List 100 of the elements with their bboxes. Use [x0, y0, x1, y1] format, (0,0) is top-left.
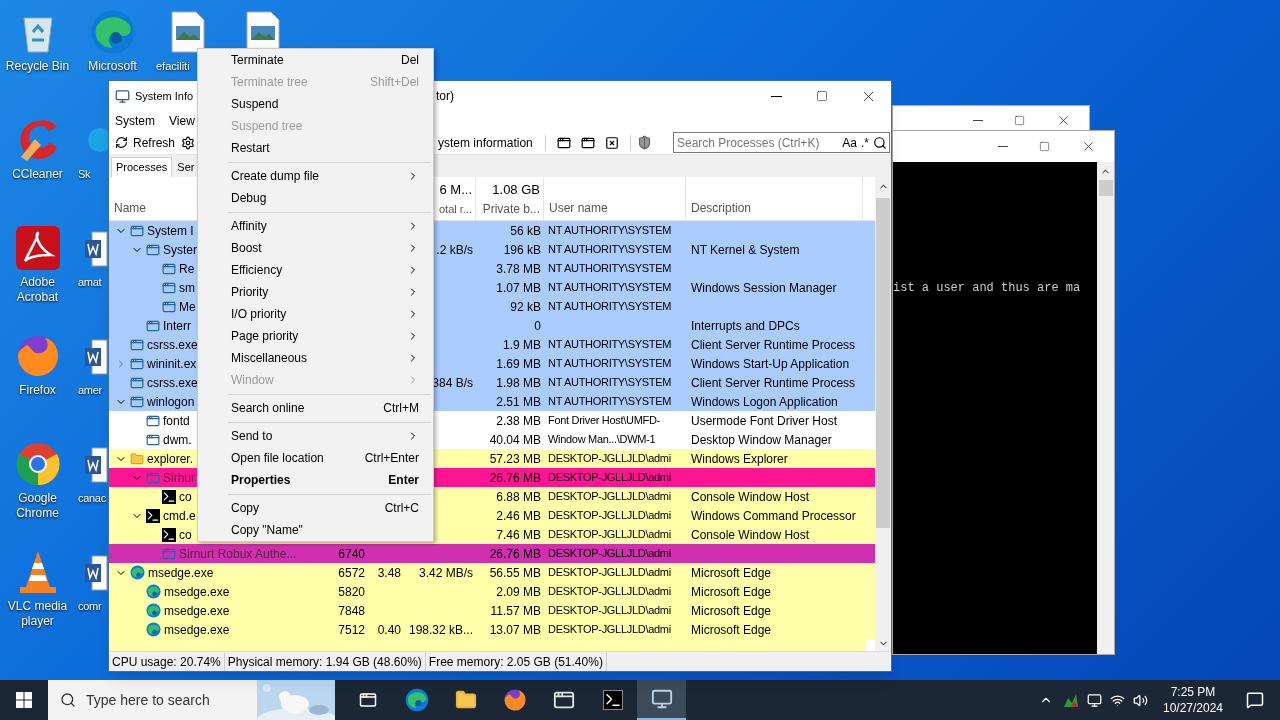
desktop-icon-label[interactable]: amer	[78, 383, 102, 398]
column-header[interactable]: otal r...	[438, 200, 472, 217]
column-header[interactable]: Description	[691, 199, 752, 217]
status-text: Free memory: 2.05 GB (51.40%)	[425, 652, 607, 671]
menu-item[interactable]: Efficiency	[198, 259, 433, 281]
user-name-cell-text: NT AUTHORITY\SYSTEM	[548, 299, 672, 315]
private-bytes-cell-text: 2.09 MB	[496, 583, 541, 601]
desktop-icon-label[interactable]: amat	[78, 275, 102, 290]
shortcut-label: Ctrl+Enter	[364, 450, 419, 467]
user-name-cell-text: DESKTOP-JGLLJLD\admi	[548, 527, 671, 543]
process-name: fontd	[163, 412, 190, 430]
process-name: msedge.exe	[164, 621, 230, 639]
desktop-icon-label[interactable]: Google Chrome	[0, 491, 75, 521]
process-name: msedge.exe	[164, 602, 230, 620]
user-name-cell-text: NT AUTHORITY\SYSTEM	[548, 356, 672, 372]
description-cell-text: Usermode Font Driver Host	[691, 412, 838, 430]
private-bytes-cell-text: 1.07 MB	[496, 279, 541, 297]
pid-cell-text: 7512	[338, 621, 365, 639]
desktop-icon-label[interactable]: VLC media player	[0, 599, 75, 629]
menu-item[interactable]: Debug	[198, 187, 433, 209]
console-text: ist a user and thus are ma	[893, 281, 1081, 295]
desktop-icon-label[interactable]: Recycle Bin	[0, 59, 75, 74]
search-placeholder: Type here to search	[86, 690, 210, 710]
match-case-toggle[interactable]: Aa	[840, 133, 859, 152]
process-name: Interr	[163, 317, 191, 335]
taskbar-search-field[interactable]: Type here to search	[48, 680, 335, 720]
desktop-icon-label[interactable]: Firefox	[0, 383, 75, 398]
description-cell-text: Client Server Runtime Process	[691, 374, 856, 392]
column-header[interactable]: Private b...	[482, 199, 540, 218]
description-cell-text: Desktop Window Manager	[691, 431, 832, 449]
private-bytes-cell-text: 92 kB	[510, 298, 541, 316]
column-total: 1.08 GB	[492, 181, 540, 199]
user-name-cell-text: DESKTOP-JGLLJLD\admi	[548, 546, 671, 562]
column-header[interactable]: User name	[549, 199, 608, 217]
desktop-icon-label[interactable]: comr	[78, 599, 102, 614]
private-bytes-cell-text: 196 kB	[503, 241, 541, 259]
menu-item[interactable]: Create dump file	[198, 165, 433, 187]
private-bytes-cell-text: 1.69 MB	[496, 355, 541, 373]
desktop-icon-label[interactable]: Sk	[78, 167, 91, 182]
user-name-cell-text: DESKTOP-JGLLJLD\admi	[548, 622, 671, 638]
process-name: cmd.e	[163, 507, 196, 525]
cpu-cell-text: 0.40	[377, 621, 401, 639]
user-name-cell-text: DESKTOP-JGLLJLD\admi	[548, 603, 671, 619]
description-cell-text: Console Window Host	[691, 488, 810, 506]
private-bytes-cell-text: 1.98 MB	[496, 374, 541, 392]
window-title: tor)	[436, 88, 454, 105]
io-rate-cell-text: 384 B/s	[432, 374, 473, 392]
clock-date[interactable]: 10/27/2024	[1162, 700, 1224, 716]
menu-item[interactable]: Open file location Ctrl+Enter	[198, 447, 433, 469]
user-name-cell-text: DESKTOP-JGLLJLD\admi	[548, 451, 671, 467]
private-bytes-cell-text: 7.46 MB	[496, 526, 541, 544]
refresh-button[interactable]: Refresh	[109, 133, 182, 152]
io-rate-cell-text: 198.32 kB...	[408, 621, 473, 639]
user-name-cell-text: NT AUTHORITY\SYSTEM	[548, 261, 672, 277]
menu-item[interactable]: Restart	[198, 137, 433, 159]
process-name: csrss.exe	[147, 336, 198, 354]
pid-cell-text: 6740	[338, 545, 365, 563]
private-bytes-cell-text: 2.51 MB	[496, 393, 541, 411]
clock-time[interactable]: 7:25 PM	[1170, 684, 1216, 700]
process-row[interactable]: msedge.exe 7848 11.57 MB DESKTOP-JGLLJLD\admi Microsoft Edge	[109, 601, 875, 620]
process-row[interactable]: msedge.exe 7512 0.40 198.32 kB... 13.07 MB DESKTOP-JGLLJLD\admi Microsoft Edge	[109, 620, 875, 639]
desktop-icon-label[interactable]: Adobe Acrobat	[0, 275, 75, 305]
description-cell-text: Microsoft Edge	[691, 621, 772, 639]
menu-item[interactable]: System	[115, 112, 155, 130]
menu-item[interactable]: View	[169, 112, 195, 130]
process-row[interactable]: msedge.exe 6572 3.48 3.42 MB/s 56.55 MB DESKTOP-JGLLJLD\admi Microsoft Edge	[109, 563, 875, 582]
process-name: explorer.	[147, 450, 194, 468]
regex-toggle[interactable]: .*	[859, 133, 871, 152]
desktop-icon-label[interactable]: efaciliti	[156, 59, 190, 74]
description-cell-text: Microsoft Edge	[691, 602, 772, 620]
user-name-cell-text: NT AUTHORITY\SYSTEM	[548, 337, 672, 353]
description-cell-text: Client Server Runtime Process	[691, 336, 856, 354]
user-name-cell-text: NT AUTHORITY\SYSTEM	[548, 280, 672, 296]
private-bytes-cell-text: 13.07 MB	[489, 621, 541, 639]
shortcut-label: Del	[401, 52, 419, 69]
description-cell-text: Microsoft Edge	[691, 564, 772, 582]
menu-item[interactable]: Suspend	[198, 93, 433, 115]
private-bytes-cell-text: 11.57 MB	[490, 602, 541, 620]
desktop-icon-label[interactable]: canac	[78, 491, 106, 506]
menu-item[interactable]: Boost	[198, 237, 433, 259]
description-cell-text: Windows Command Processor	[691, 507, 856, 525]
system-information-button[interactable]: ystem information	[438, 133, 539, 152]
process-name: msedge.exe	[148, 564, 214, 582]
tab[interactable]: Processes	[111, 157, 173, 177]
search-field[interactable]: Search Processes (Ctrl+K) Aa .*	[673, 132, 890, 153]
process-row[interactable]: Sirnurt Robux Authe... 6740 26.76 MB DESKTOP-JGLLJLD\admi	[109, 544, 875, 563]
private-bytes-cell-text: 40.04 MB	[489, 431, 541, 449]
process-name: Re	[179, 260, 195, 278]
process-name: csrss.exe	[147, 374, 198, 392]
menu-item[interactable]: Terminate Del	[198, 49, 433, 71]
description-cell-text: Windows Session Manager	[691, 279, 837, 297]
private-bytes-cell-text: 56 kB	[510, 222, 541, 240]
process-name: sm	[179, 279, 195, 297]
column-header[interactable]: Name	[114, 199, 146, 217]
process-name: Me	[179, 298, 196, 316]
desktop-icon-label[interactable]: Microsoft	[75, 59, 150, 74]
desktop-icon-label[interactable]: CCleaner	[0, 167, 75, 182]
private-bytes-cell-text: 56.55 MB	[489, 564, 541, 582]
shortcut-label: Enter	[388, 472, 419, 489]
process-row[interactable]: msedge.exe 5820 2.09 MB DESKTOP-JGLLJLD\admi Microsoft Edge	[109, 582, 875, 601]
